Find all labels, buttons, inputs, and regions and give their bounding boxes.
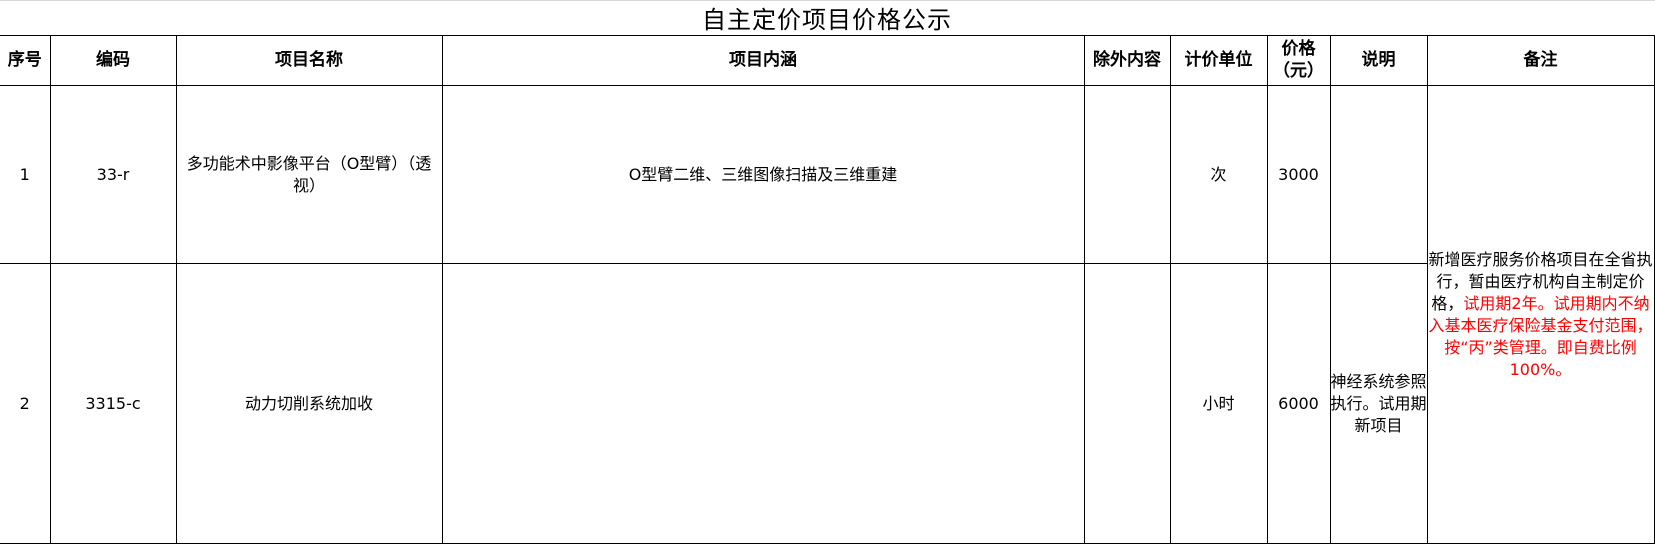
cell-unit: 次 — [1169, 85, 1268, 264]
header-code: 编码 — [49, 35, 177, 86]
cell-exclusion — [1083, 85, 1171, 264]
cell-seq: 2 — [0, 263, 51, 544]
header-content: 项目内涵 — [441, 35, 1085, 86]
price-table: 序号 编码 项目名称 项目内涵 除外内容 计价单位 价格（元） 说明 备注 1 … — [0, 35, 1655, 544]
cell-name: 动力切削系统加收 — [175, 263, 443, 544]
header-description: 说明 — [1329, 35, 1428, 86]
cell-description: 神经系统参照执行。试用期新项目 — [1329, 263, 1428, 544]
spreadsheet: 自主定价项目价格公示 序号 编码 项目名称 项目内涵 除外内容 计价单位 价格（… — [0, 0, 1655, 548]
cell-content: O型臂二维、三维图像扫描及三维重建 — [441, 85, 1085, 264]
table-row: 1 33-r 多功能术中影像平台（O型臂）（透视） O型臂二维、三维图像扫描及三… — [0, 85, 1655, 544]
header-remark: 备注 — [1426, 35, 1655, 86]
cell-unit: 小时 — [1169, 263, 1268, 544]
header-price: 价格（元） — [1266, 35, 1331, 86]
page-title: 自主定价项目价格公示 — [0, 0, 1654, 36]
table-row: 2 3315-c 动力切削系统加收 小时 6000 神经系统参照执行。试用期新项… — [0, 263, 1654, 544]
cell-description — [1329, 85, 1428, 264]
cell-code: 33-r — [49, 85, 177, 264]
cell-price: 6000 — [1266, 263, 1331, 544]
remark-highlight-text: 试用期2年。试用期内不纳入基本医疗保险基金支付范围，按“丙”类管理。即自费比例1… — [1428, 293, 1653, 379]
cell-exclusion — [1083, 263, 1171, 544]
header-unit: 计价单位 — [1169, 35, 1268, 86]
cell-remark: 新增医疗服务价格项目在全省执行，暂由医疗机构自主制定价格，试用期2年。试用期内不… — [1426, 85, 1655, 544]
cell-content — [441, 263, 1085, 544]
cell-seq: 1 — [0, 85, 51, 264]
cell-price: 3000 — [1266, 85, 1331, 264]
header-name: 项目名称 — [175, 35, 443, 86]
cell-name: 多功能术中影像平台（O型臂）（透视） — [175, 85, 443, 264]
cell-code: 3315-c — [49, 263, 177, 544]
table-header-row: 序号 编码 项目名称 项目内涵 除外内容 计价单位 价格（元） 说明 备注 — [0, 35, 1655, 86]
header-exclusion: 除外内容 — [1083, 35, 1171, 86]
header-seq: 序号 — [0, 35, 51, 86]
